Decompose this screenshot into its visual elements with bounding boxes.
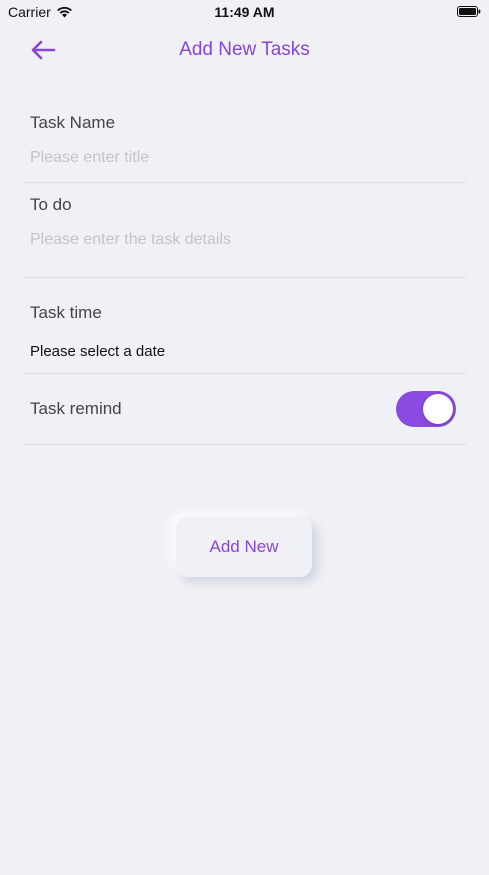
battery-icon xyxy=(457,6,481,17)
task-remind-field: Task remind xyxy=(24,374,466,445)
task-time-label: Task time xyxy=(30,303,102,322)
page-title: Add New Tasks xyxy=(179,39,310,60)
todo-label: To do xyxy=(30,195,72,214)
date-picker-trigger[interactable]: Please select a date xyxy=(24,343,466,360)
task-form: Task Name To do Task time Please select … xyxy=(24,96,466,445)
navigation-bar: Add New Tasks xyxy=(0,28,489,72)
todo-input[interactable] xyxy=(30,231,450,249)
status-bar: Carrier 11:49 AM xyxy=(0,0,489,24)
task-name-input[interactable] xyxy=(30,149,450,167)
toggle-knob xyxy=(423,394,453,424)
task-remind-label: Task remind xyxy=(30,399,122,418)
task-remind-toggle[interactable] xyxy=(396,391,456,427)
task-name-field: Task Name xyxy=(24,96,466,183)
status-time: 11:49 AM xyxy=(214,4,275,20)
todo-field: To do xyxy=(24,183,466,278)
task-name-label: Task Name xyxy=(30,113,116,132)
add-new-button[interactable]: Add New xyxy=(176,517,312,577)
task-time-field: Task time Please select a date xyxy=(24,278,466,374)
